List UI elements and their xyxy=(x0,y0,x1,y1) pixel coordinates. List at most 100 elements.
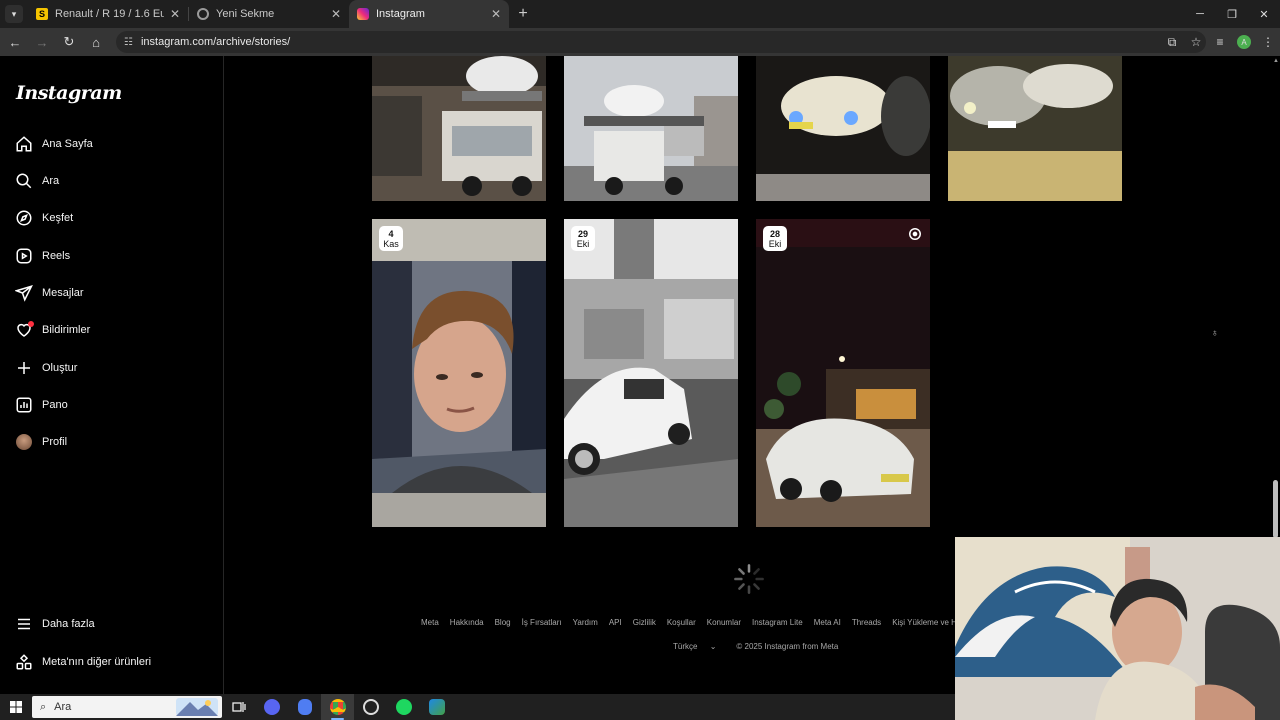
bookmark-star-icon[interactable]: ☆ xyxy=(1184,35,1208,49)
obs-icon[interactable] xyxy=(354,694,387,720)
story-date-badge: 28 Eki xyxy=(763,226,787,251)
search-icon: ⌕ xyxy=(40,700,47,713)
story-tile[interactable] xyxy=(756,56,930,201)
nav-notifications[interactable]: Bildirimler xyxy=(14,317,90,343)
nav-label: Bildirimler xyxy=(42,324,91,336)
scroll-up-icon[interactable]: ▲ xyxy=(1273,58,1279,64)
close-tab-icon[interactable]: ✕ xyxy=(331,7,341,21)
tab-new-tab[interactable]: Yeni Sekme ✕ xyxy=(189,0,349,28)
more-menu-icon[interactable]: ⋮ xyxy=(1256,35,1280,49)
story-tile[interactable]: 4 Kas xyxy=(372,219,546,527)
spotify-icon[interactable] xyxy=(387,694,420,720)
back-icon[interactable]: ← xyxy=(3,30,27,54)
app-colorful-icon[interactable] xyxy=(420,694,453,720)
date-month: Eki xyxy=(576,239,590,249)
search-highlight-icon xyxy=(176,698,218,716)
date-day: 29 xyxy=(577,229,588,239)
date-day: 28 xyxy=(769,229,780,239)
story-thumbnail xyxy=(756,56,930,201)
tab-instagram[interactable]: Instagram ✕ xyxy=(349,0,509,28)
nav-label: Keşfet xyxy=(42,212,74,224)
nav-profile[interactable]: Profil xyxy=(14,429,67,455)
close-window-icon[interactable]: ✕ xyxy=(1248,0,1280,28)
nav-search[interactable]: Ara xyxy=(14,168,59,194)
tab-search-button[interactable]: ▾ xyxy=(0,0,28,28)
nav-label: Meta'nın diğer ürünleri xyxy=(42,656,152,668)
story-tile[interactable] xyxy=(948,56,1122,201)
install-app-icon[interactable]: ⧉ xyxy=(1160,35,1184,50)
webcam-feed xyxy=(955,537,1280,720)
media-controls-icon[interactable]: ≡ xyxy=(1208,35,1232,49)
story-tile[interactable]: 29 Eki xyxy=(564,219,738,527)
footer-links: Meta Hakkında Blog İş Fırsatları Yardım … xyxy=(421,618,985,627)
story-tile[interactable] xyxy=(372,56,546,201)
taskbar-search[interactable]: ⌕ Ara xyxy=(32,696,222,718)
story-date-badge: 4 Kas xyxy=(379,226,403,251)
browser-toolbar: ← → ↻ ⌂ ☷ instagram.com/archive/stories/… xyxy=(0,28,1280,56)
instagram-logo[interactable]: Instagram xyxy=(16,82,122,104)
nav-dashboard[interactable]: Pano xyxy=(14,392,68,418)
windows-logo-icon xyxy=(10,701,22,713)
story-tile[interactable] xyxy=(564,56,738,201)
app-blue-icon[interactable] xyxy=(288,694,321,720)
tab-title: Renault / R 19 / 1.6 Europa / R xyxy=(55,8,164,20)
nav-explore[interactable]: Keşfet xyxy=(14,205,73,231)
restore-icon[interactable]: ❐ xyxy=(1216,0,1248,28)
minimize-icon[interactable]: ─ xyxy=(1184,0,1216,28)
home-icon xyxy=(14,134,34,154)
discord-icon[interactable] xyxy=(255,694,288,720)
home-page-icon[interactable]: ⌂ xyxy=(84,30,108,54)
tab-renault[interactable]: S Renault / R 19 / 1.6 Europa / R ✕ xyxy=(28,0,188,28)
nav-meta-products[interactable]: Meta'nın diğer ürünleri xyxy=(14,649,151,675)
footer-link[interactable]: Meta AI xyxy=(814,618,841,627)
address-bar[interactable]: ☷ instagram.com/archive/stories/ xyxy=(116,31,1206,53)
nav-create[interactable]: Oluştur xyxy=(14,355,77,381)
nav-messages[interactable]: Mesajlar xyxy=(14,280,84,306)
nav-more[interactable]: Daha fazla xyxy=(14,611,95,637)
language-select[interactable]: Türkçe ⌄ xyxy=(673,642,726,651)
window-controls: ─ ❐ ✕ xyxy=(1184,0,1280,28)
reload-icon[interactable]: ↻ xyxy=(57,30,81,54)
footer-link[interactable]: Threads xyxy=(852,618,881,627)
story-tile[interactable]: 28 Eki xyxy=(756,219,930,527)
footer-bottom: Türkçe ⌄ © 2025 Instagram from Meta xyxy=(673,642,848,651)
task-view-icon[interactable] xyxy=(222,694,255,720)
story-thumbnail xyxy=(372,56,546,201)
restore-story-icon[interactable] xyxy=(908,227,922,241)
accessibility-icon[interactable]: ♁ xyxy=(1211,328,1219,339)
footer-link[interactable]: Instagram Lite xyxy=(752,618,803,627)
footer-link[interactable]: Koşullar xyxy=(667,618,696,627)
footer-link[interactable]: Meta xyxy=(421,618,439,627)
footer-link[interactable]: Hakkında xyxy=(450,618,484,627)
notification-dot xyxy=(28,321,34,327)
date-day: 4 xyxy=(388,229,394,239)
nav-home[interactable]: Ana Sayfa xyxy=(14,131,93,157)
footer-link[interactable]: Blog xyxy=(495,618,511,627)
heart-icon xyxy=(14,320,34,340)
send-icon xyxy=(14,283,34,303)
footer-link[interactable]: İş Fırsatları xyxy=(522,618,562,627)
apps-icon xyxy=(14,652,34,672)
footer-link[interactable]: Yardım xyxy=(573,618,598,627)
copyright: © 2025 Instagram from Meta xyxy=(736,642,839,651)
scrollbar-thumb[interactable] xyxy=(1273,480,1278,538)
plus-icon xyxy=(14,358,34,378)
story-thumbnail xyxy=(564,219,738,527)
tab-title: Instagram xyxy=(376,8,425,20)
nav-label: Ana Sayfa xyxy=(42,138,93,150)
chrome-favicon-icon xyxy=(197,8,209,20)
footer-link[interactable]: API xyxy=(609,618,622,627)
profile-avatar-icon[interactable]: A xyxy=(1237,35,1251,49)
start-button[interactable] xyxy=(0,694,32,720)
forward-icon[interactable]: → xyxy=(30,30,54,54)
footer-link[interactable]: Konumlar xyxy=(707,618,741,627)
story-thumbnail xyxy=(564,56,738,201)
footer-link[interactable]: Gizlilik xyxy=(633,618,656,627)
chrome-icon[interactable] xyxy=(321,694,354,720)
story-thumbnail xyxy=(756,219,930,527)
nav-reels[interactable]: Reels xyxy=(14,243,70,269)
close-tab-icon[interactable]: ✕ xyxy=(491,7,501,21)
site-info-icon[interactable]: ☷ xyxy=(124,37,133,48)
close-tab-icon[interactable]: ✕ xyxy=(170,7,180,21)
new-tab-button[interactable]: + xyxy=(509,0,537,28)
